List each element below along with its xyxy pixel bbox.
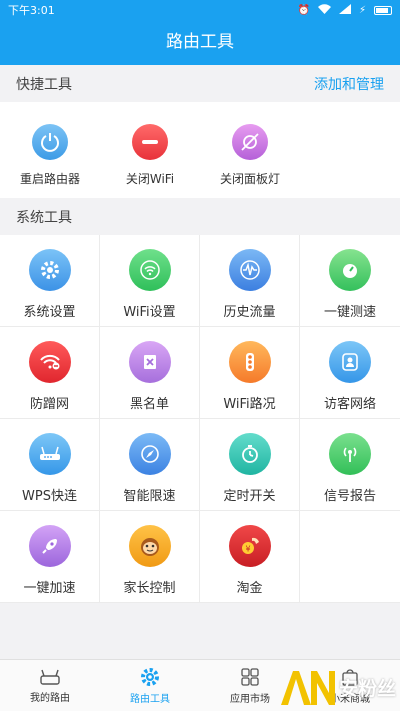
wave-icon: [228, 249, 271, 291]
svg-text:¥: ¥: [245, 545, 250, 554]
tool-label: 访客网络: [323, 397, 376, 412]
guest-icon: [329, 341, 371, 383]
timer-icon: [228, 433, 271, 475]
quick-tools-title: 快捷工具: [16, 76, 72, 93]
app-header: 下午3:01 ⏰ ⚡ 路由工具: [0, 0, 400, 65]
tool-system-settings[interactable]: 系统设置: [0, 235, 100, 327]
tool-label: 黑名单: [129, 397, 169, 412]
system-tools-header: 系统工具: [0, 198, 400, 235]
tool-label: 一键测速: [323, 305, 376, 320]
tool-gold-mining[interactable]: ¥ 淘金: [200, 511, 300, 603]
traffic-light-icon: [228, 341, 271, 383]
signal-icon: [329, 433, 371, 475]
tool-label: 淘金: [236, 581, 263, 596]
empty-cell: [300, 511, 400, 603]
quick-tools-header: 快捷工具 添加和管理: [0, 65, 400, 102]
tool-label: 防蹭网: [29, 397, 69, 412]
tab-router-tools[interactable]: 路由工具: [100, 660, 200, 711]
tab-my-router[interactable]: 我的路由: [0, 660, 100, 711]
tool-history-traffic[interactable]: 历史流量: [200, 235, 300, 327]
tool-smart-speed-limit[interactable]: 智能限速: [100, 419, 200, 511]
system-tools-grid: 系统设置 WiFi设置 历史流量 一键测速 防蹭网 黑名单 WiFi路况 访客网…: [0, 235, 400, 603]
quick-item-label: 重启路由器: [19, 172, 80, 186]
signal-status-icon: [338, 3, 351, 17]
page-title: 路由工具: [166, 32, 234, 52]
watermark-text: 安粉丝: [338, 677, 396, 700]
tool-label: 智能限速: [123, 489, 176, 504]
tool-label: WiFi路况: [223, 397, 276, 412]
tool-wps-connect[interactable]: WPS快连: [0, 419, 100, 511]
tool-label: 定时开关: [223, 489, 276, 504]
wifi-status-icon: [317, 3, 331, 17]
tool-speed-test[interactable]: 一键测速: [300, 235, 400, 327]
quick-restart-router[interactable]: 重启路由器: [0, 102, 100, 198]
tab-label: 应用市场: [230, 693, 270, 705]
quick-tools-panel: 重启路由器 关闭WiFi 关闭面板灯: [0, 102, 400, 198]
tool-blacklist[interactable]: 黑名单: [100, 327, 200, 419]
tab-label: 路由工具: [130, 693, 170, 705]
alarm-icon: ⏰: [297, 4, 310, 16]
quick-close-wifi[interactable]: 关闭WiFi: [100, 102, 200, 198]
tool-parental-control[interactable]: 家长控制: [100, 511, 200, 603]
tool-anti-leech[interactable]: 防蹭网: [0, 327, 100, 419]
gear-tab-icon: [141, 667, 159, 686]
quick-item-label: 关闭面板灯: [219, 172, 280, 186]
coin-hand-icon: ¥: [228, 525, 271, 567]
add-manage-link[interactable]: 添加和管理: [314, 74, 384, 94]
compass-icon: [128, 433, 171, 475]
charging-icon: ⚡: [358, 4, 366, 16]
bottom-nav: 我的路由 路由工具 应用市场 小米商城 安粉丝: [0, 659, 400, 711]
monkey-icon: [128, 525, 171, 567]
quick-item-label: 关闭WiFi: [125, 172, 175, 186]
watermark: 安粉丝: [279, 667, 396, 707]
tool-label: 家长控制: [123, 581, 176, 596]
status-bar: 下午3:01 ⏰ ⚡: [0, 0, 400, 20]
light-off-icon: [232, 124, 268, 160]
router-tab-icon: [40, 669, 60, 685]
power-icon: [32, 124, 68, 160]
watermark-logo-icon: [280, 671, 335, 705]
system-tools-title: 系统工具: [16, 209, 72, 226]
tool-label: 一键加速: [23, 581, 76, 596]
wifi-icon: [128, 249, 171, 291]
grid-tab-icon: [241, 667, 259, 686]
tool-signal-report[interactable]: 信号报告: [300, 419, 400, 511]
blacklist-icon: [128, 341, 171, 383]
router-icon: [28, 433, 71, 475]
speedometer-icon: [329, 249, 371, 291]
tool-wifi-traffic[interactable]: WiFi路况: [200, 327, 300, 419]
tool-label: WiFi设置: [123, 305, 176, 320]
tool-label: WPS快连: [22, 489, 77, 504]
rocket-icon: [28, 525, 71, 567]
minus-icon: [132, 124, 168, 160]
battery-icon: [374, 5, 392, 15]
gear-icon: [28, 249, 71, 291]
tool-wifi-settings[interactable]: WiFi设置: [100, 235, 200, 327]
tool-one-key-boost[interactable]: 一键加速: [0, 511, 100, 603]
tab-label: 我的路由: [30, 692, 70, 704]
wifi-block-icon: [28, 341, 71, 383]
quick-close-panel-light[interactable]: 关闭面板灯: [200, 102, 300, 198]
tool-label: 历史流量: [223, 305, 276, 320]
tool-timer-switch[interactable]: 定时开关: [200, 419, 300, 511]
tool-label: 系统设置: [23, 305, 76, 320]
status-time: 下午3:01: [8, 4, 55, 17]
tool-guest-network[interactable]: 访客网络: [300, 327, 400, 419]
tool-label: 信号报告: [323, 489, 376, 504]
